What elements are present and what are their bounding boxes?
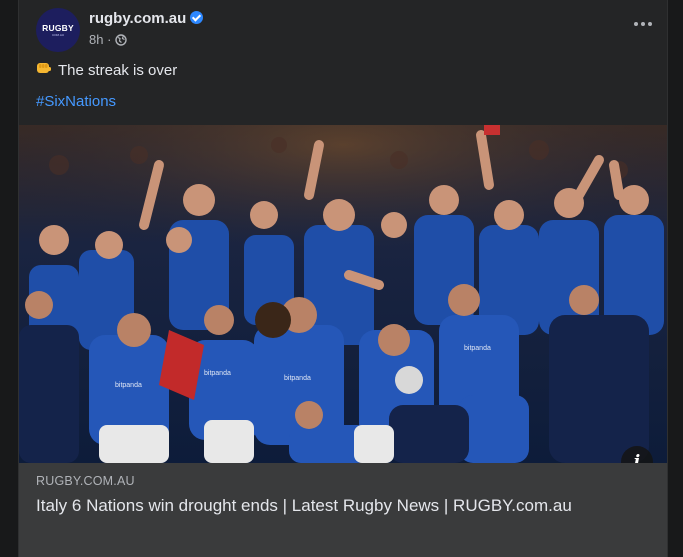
- more-options-icon[interactable]: [630, 14, 656, 34]
- post-time[interactable]: 8h: [89, 32, 103, 47]
- svg-text:bitpanda: bitpanda: [204, 370, 231, 377]
- post-message: The streak is over: [58, 62, 178, 79]
- page-name-row: rugby.com.au: [89, 10, 204, 27]
- link-title[interactable]: Italy 6 Nations win drought ends | Lates…: [36, 495, 596, 517]
- post-photo[interactable]: bitpanda bitpanda bitpanda bitpanda i: [19, 125, 667, 463]
- globe-icon: [115, 34, 127, 46]
- avatar[interactable]: RUGBY COM.AU: [36, 8, 80, 52]
- post-card: RUGBY COM.AU rugby.com.au 8h · The strea…: [18, 0, 668, 557]
- page-name-link[interactable]: rugby.com.au: [89, 10, 186, 27]
- avatar-logo-text: RUGBY: [42, 22, 74, 33]
- fist-emoji-icon: [37, 63, 51, 73]
- meta-separator: ·: [107, 32, 112, 47]
- post-text: The streak is over: [36, 61, 177, 79]
- svg-text:bitpanda: bitpanda: [464, 345, 491, 352]
- link-preview[interactable]: RUGBY.COM.AU Italy 6 Nations win drought…: [19, 463, 667, 557]
- post-meta: 8h ·: [89, 32, 127, 47]
- hashtag-link[interactable]: #SixNations: [36, 93, 116, 110]
- avatar-logo-subtext: COM.AU: [52, 32, 64, 37]
- team-celebration-image: bitpanda bitpanda bitpanda bitpanda: [19, 125, 667, 463]
- post-header: RUGBY COM.AU rugby.com.au 8h ·: [36, 8, 652, 52]
- svg-text:bitpanda: bitpanda: [115, 382, 142, 389]
- verified-badge-icon: [190, 11, 204, 24]
- link-domain: RUGBY.COM.AU: [36, 474, 135, 488]
- svg-text:bitpanda: bitpanda: [284, 375, 311, 382]
